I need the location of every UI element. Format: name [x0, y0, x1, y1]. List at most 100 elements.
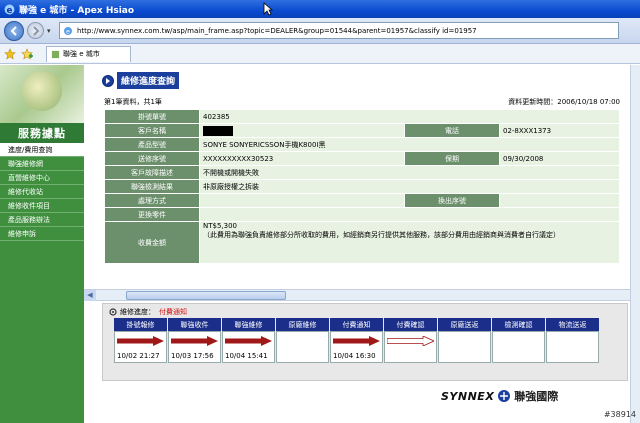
progress-step-label: 檢測確認	[492, 318, 545, 331]
sidebar-item-complaint[interactable]: 維修申訴	[0, 227, 84, 241]
progress-step-cell	[546, 331, 599, 363]
record-count: 第1筆資料，共1筆	[104, 98, 162, 106]
warranty-label: 保期	[404, 151, 500, 166]
back-arrow-icon	[10, 25, 17, 36]
brand-name: SYNNEX	[441, 389, 495, 403]
sidebar-item-service-center[interactable]: 直營維修中心	[0, 171, 84, 185]
progress-step-cell: 10/04 15:41	[222, 331, 275, 363]
progress-arrow-done-icon	[171, 336, 218, 346]
table-row: 送修序號 XXXXXXXXXX30523 保期 09/30/2008	[104, 151, 620, 166]
tab-page-icon	[51, 50, 60, 58]
progress-arrow-done-icon	[225, 336, 272, 346]
page-title: 維修進度查詢	[117, 72, 180, 89]
synnex-mark-icon	[498, 390, 511, 402]
model-label: 產品型號	[104, 137, 200, 152]
progress-step-cell: 10/02 21:27	[114, 331, 167, 363]
scroll-thumb[interactable]	[126, 290, 286, 300]
customer-value	[199, 123, 405, 138]
parts-label: 更換零件	[104, 207, 200, 222]
progress-step: 聯強收件 10/03 17:56	[168, 318, 221, 363]
table-row: 掛號單號 402385	[104, 109, 620, 124]
watermark: #38914	[603, 410, 636, 419]
fault-label: 客戶故障描述	[104, 165, 200, 180]
progress-step: 原廠維修	[276, 318, 329, 363]
diagnosis-value: 非原廠授權之拆裝	[199, 179, 620, 194]
table-row: 更換零件	[104, 207, 620, 222]
print-serial-button[interactable]: 換出序號	[438, 196, 466, 206]
sidebar-title: 服務據點	[0, 123, 84, 143]
sidebar-item-service-policy[interactable]: 產品服務辦法	[0, 213, 84, 227]
progress-step-label: 原廠送返	[438, 318, 491, 331]
sidebar-item-collection-station[interactable]: 維修代收站	[0, 185, 84, 199]
brand-name-cn: 聯強國際	[514, 390, 559, 403]
parts-value	[199, 207, 620, 222]
forward-button[interactable]	[27, 22, 44, 39]
progress-step-cell: 10/03 17:56	[168, 331, 221, 363]
progress-arrow-done-icon	[117, 336, 164, 346]
customer-label: 客戶名稱	[104, 123, 200, 138]
diagnosis-label: 聯強檢測結果	[104, 179, 200, 194]
history-dropdown-icon[interactable]: ▾	[47, 27, 55, 35]
address-bar[interactable]: e http://www.synnex.com.tw/asp/main_fram…	[59, 22, 619, 39]
globe-image	[22, 71, 62, 111]
progress-arrow-next-icon	[387, 336, 434, 346]
serial-value: XXXXXXXXXX30523	[199, 151, 405, 166]
ie-icon: e	[4, 4, 15, 15]
scroll-left-icon[interactable]: ◀	[84, 289, 96, 301]
tab-title: 聯強 e 城市	[63, 50, 100, 58]
progress-current-status: 付費通知	[159, 308, 187, 316]
serial-label: 送修序號	[104, 151, 200, 166]
sidebar-item-accepted-items[interactable]: 維修收件項目	[0, 199, 84, 213]
redaction-bar	[203, 125, 233, 136]
table-row: 客戶故障描述 不開機或開機失敗	[104, 165, 620, 180]
progress-heading: 維修進度： 付費通知	[109, 307, 187, 317]
progress-step: 檢測確認	[492, 318, 545, 363]
svg-text:e: e	[7, 5, 13, 14]
page-icon: e	[64, 26, 72, 35]
fee-label: 收費金額	[104, 221, 200, 264]
progress-step-date: 10/03 17:56	[171, 352, 214, 360]
sidebar-menu: 進度/費用查詢 聯強維修網 直營維修中心 維修代收站 維修收件項目 產品服務辦法…	[0, 143, 84, 241]
progress-step-label: 原廠維修	[276, 318, 329, 331]
table-row: 收費金額 NT$5,300 （此費用為聯強負責維修部分所收取的費用，如經銷商另行…	[104, 221, 620, 264]
mouse-cursor-icon	[263, 2, 273, 16]
fee-cell: NT$5,300 （此費用為聯強負責維修部分所收取的費用，如經銷商另行提供其他服…	[199, 221, 620, 264]
progress-arrow-done-icon	[333, 336, 380, 346]
handling-extra	[499, 193, 620, 208]
progress-step-label: 聯強收件	[168, 318, 221, 331]
sidebar: 服務據點 進度/費用查詢 聯強維修網 直營維修中心 維修代收站 維修收件項目 產…	[0, 65, 84, 423]
window-vertical-scrollbar[interactable]	[630, 65, 640, 423]
progress-step-date: 10/04 16:30	[333, 352, 376, 360]
progress-step-cell: 10/04 16:30	[330, 331, 383, 363]
progress-step-cell	[438, 331, 491, 363]
progress-step: 聯強維修 10/04 15:41	[222, 318, 275, 363]
progress-step-label: 聯強維修	[222, 318, 275, 331]
table-row: 聯強檢測結果 非原廠授權之拆裝	[104, 179, 620, 194]
synnex-logo: SYNNEX 聯強國際	[441, 388, 558, 404]
table-row: 處理方式 換出序號	[104, 193, 620, 208]
heading-arrow-icon	[102, 74, 114, 87]
forward-arrow-icon	[32, 25, 39, 36]
progress-step: 物流送返	[546, 318, 599, 363]
main-content: 維修進度查詢 第1筆資料，共1筆 資料更新時間：2006/10/18 07:00…	[84, 65, 640, 423]
favorites-bar: 聯強 e 城市	[0, 44, 640, 64]
progress-step-date: 10/02 21:27	[117, 352, 160, 360]
favorites-star-icon[interactable]	[4, 47, 16, 60]
browser-tab[interactable]: 聯強 e 城市	[46, 45, 131, 62]
add-favorite-icon[interactable]	[21, 47, 33, 60]
back-button[interactable]	[4, 20, 24, 41]
table-row: 產品型號 SONYE SONYERICSSON手機K800I黑	[104, 137, 620, 152]
page-heading: 維修進度查詢	[102, 72, 180, 89]
warranty-value: 09/30/2008	[499, 151, 620, 166]
handling-label: 處理方式	[104, 193, 200, 208]
window-title: 聯強 e 城市 - Apex Hsiao	[19, 5, 135, 16]
sidebar-item-progress-query[interactable]: 進度/費用查詢	[0, 143, 84, 157]
ticket-value: 402385	[199, 109, 620, 124]
progress-step: 原廠送返	[438, 318, 491, 363]
horizontal-scrollbar[interactable]: ◀	[84, 289, 640, 301]
progress-step: 付費通知 10/04 16:30	[330, 318, 383, 363]
print-serial-cell: 換出序號	[404, 193, 500, 208]
progress-step-label: 付費通知	[330, 318, 383, 331]
progress-panel: 維修進度： 付費通知 掛號報修 10/02 21:27 聯強收件 10/03 17:5…	[102, 303, 628, 381]
sidebar-item-repair-network[interactable]: 聯強維修網	[0, 157, 84, 171]
